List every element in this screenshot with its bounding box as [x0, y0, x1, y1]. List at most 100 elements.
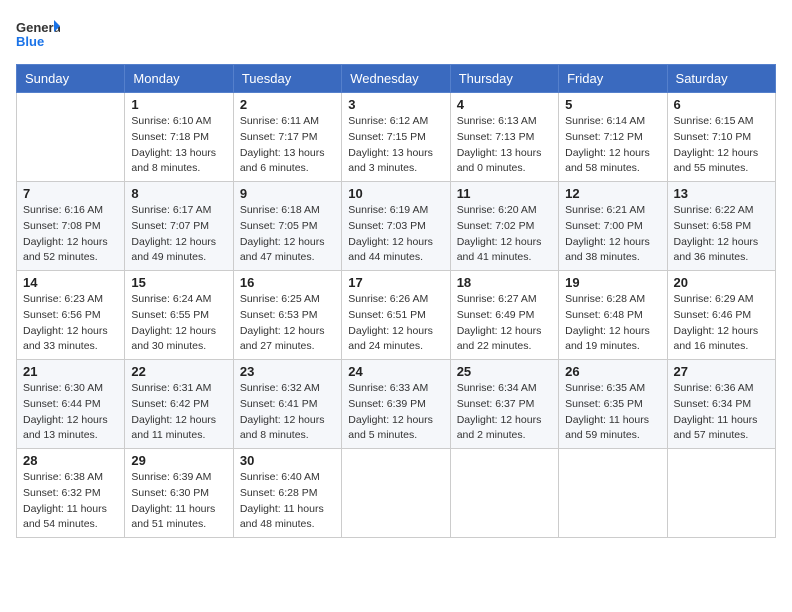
day-number: 9 [240, 186, 335, 201]
day-info: Sunrise: 6:35 AM Sunset: 6:35 PM Dayligh… [565, 381, 660, 444]
day-number: 13 [674, 186, 769, 201]
day-info: Sunrise: 6:38 AM Sunset: 6:32 PM Dayligh… [23, 470, 118, 533]
day-cell: 4 Sunrise: 6:13 AM Sunset: 7:13 PM Daylig… [450, 93, 558, 182]
day-info: Sunrise: 6:33 AM Sunset: 6:39 PM Dayligh… [348, 381, 443, 444]
day-number: 14 [23, 275, 118, 290]
day-info: Sunrise: 6:25 AM Sunset: 6:53 PM Dayligh… [240, 292, 335, 355]
day-cell: 12 Sunrise: 6:21 AM Sunset: 7:00 PM Dayli… [559, 182, 667, 271]
day-cell: 7 Sunrise: 6:16 AM Sunset: 7:08 PM Daylig… [17, 182, 125, 271]
day-number: 19 [565, 275, 660, 290]
day-cell: 9 Sunrise: 6:18 AM Sunset: 7:05 PM Daylig… [233, 182, 341, 271]
day-cell [450, 449, 558, 538]
day-info: Sunrise: 6:16 AM Sunset: 7:08 PM Dayligh… [23, 203, 118, 266]
week-row-3: 14 Sunrise: 6:23 AM Sunset: 6:56 PM Dayli… [17, 271, 776, 360]
day-info: Sunrise: 6:32 AM Sunset: 6:41 PM Dayligh… [240, 381, 335, 444]
day-number: 24 [348, 364, 443, 379]
day-number: 28 [23, 453, 118, 468]
week-row-1: 1Sunrise: 6:10 AM Sunset: 7:18 PM Daylig… [17, 93, 776, 182]
col-header-sunday: Sunday [17, 65, 125, 93]
day-cell: 1Sunrise: 6:10 AM Sunset: 7:18 PM Daylig… [125, 93, 233, 182]
day-cell [559, 449, 667, 538]
day-number: 8 [131, 186, 226, 201]
svg-text:Blue: Blue [16, 34, 44, 49]
day-number: 16 [240, 275, 335, 290]
day-info: Sunrise: 6:26 AM Sunset: 6:51 PM Dayligh… [348, 292, 443, 355]
page-header: GeneralBlue [16, 16, 776, 52]
day-number: 12 [565, 186, 660, 201]
day-info: Sunrise: 6:14 AM Sunset: 7:12 PM Dayligh… [565, 114, 660, 177]
day-info: Sunrise: 6:18 AM Sunset: 7:05 PM Dayligh… [240, 203, 335, 266]
day-info: Sunrise: 6:13 AM Sunset: 7:13 PM Dayligh… [457, 114, 552, 177]
day-cell: 23 Sunrise: 6:32 AM Sunset: 6:41 PM Dayli… [233, 360, 341, 449]
day-info: Sunrise: 6:29 AM Sunset: 6:46 PM Dayligh… [674, 292, 769, 355]
day-info: Sunrise: 6:23 AM Sunset: 6:56 PM Dayligh… [23, 292, 118, 355]
day-cell: 3 Sunrise: 6:12 AM Sunset: 7:15 PM Daylig… [342, 93, 450, 182]
day-cell: 14 Sunrise: 6:23 AM Sunset: 6:56 PM Dayli… [17, 271, 125, 360]
day-cell: 27 Sunrise: 6:36 AM Sunset: 6:34 PM Dayli… [667, 360, 775, 449]
day-cell: 30 Sunrise: 6:40 AM Sunset: 6:28 PM Dayli… [233, 449, 341, 538]
day-number: 17 [348, 275, 443, 290]
day-number: 15 [131, 275, 226, 290]
day-info: Sunrise: 6:36 AM Sunset: 6:34 PM Dayligh… [674, 381, 769, 444]
day-cell: 21 Sunrise: 6:30 AM Sunset: 6:44 PM Dayli… [17, 360, 125, 449]
day-number: 5 [565, 97, 660, 112]
day-number: 18 [457, 275, 552, 290]
day-number: 30 [240, 453, 335, 468]
day-number: 23 [240, 364, 335, 379]
day-number: 21 [23, 364, 118, 379]
col-header-friday: Friday [559, 65, 667, 93]
day-cell: 20Sunrise: 6:29 AM Sunset: 6:46 PM Dayli… [667, 271, 775, 360]
day-number: 2 [240, 97, 335, 112]
col-header-saturday: Saturday [667, 65, 775, 93]
day-number: 3 [348, 97, 443, 112]
day-info: Sunrise: 6:20 AM Sunset: 7:02 PM Dayligh… [457, 203, 552, 266]
day-cell: 6Sunrise: 6:15 AM Sunset: 7:10 PM Daylig… [667, 93, 775, 182]
day-number: 7 [23, 186, 118, 201]
day-number: 4 [457, 97, 552, 112]
day-info: Sunrise: 6:39 AM Sunset: 6:30 PM Dayligh… [131, 470, 226, 533]
day-info: Sunrise: 6:34 AM Sunset: 6:37 PM Dayligh… [457, 381, 552, 444]
day-info: Sunrise: 6:40 AM Sunset: 6:28 PM Dayligh… [240, 470, 335, 533]
day-info: Sunrise: 6:17 AM Sunset: 7:07 PM Dayligh… [131, 203, 226, 266]
col-header-thursday: Thursday [450, 65, 558, 93]
day-cell: 18 Sunrise: 6:27 AM Sunset: 6:49 PM Dayli… [450, 271, 558, 360]
day-cell: 2 Sunrise: 6:11 AM Sunset: 7:17 PM Daylig… [233, 93, 341, 182]
calendar-table: SundayMondayTuesdayWednesdayThursdayFrid… [16, 64, 776, 538]
day-number: 25 [457, 364, 552, 379]
day-number: 27 [674, 364, 769, 379]
day-cell: 26Sunrise: 6:35 AM Sunset: 6:35 PM Dayli… [559, 360, 667, 449]
day-cell: 24 Sunrise: 6:33 AM Sunset: 6:39 PM Dayli… [342, 360, 450, 449]
header-row: SundayMondayTuesdayWednesdayThursdayFrid… [17, 65, 776, 93]
day-number: 11 [457, 186, 552, 201]
day-cell: 13Sunrise: 6:22 AM Sunset: 6:58 PM Dayli… [667, 182, 775, 271]
logo: GeneralBlue [16, 16, 60, 52]
day-cell: 10 Sunrise: 6:19 AM Sunset: 7:03 PM Dayli… [342, 182, 450, 271]
day-cell: 16 Sunrise: 6:25 AM Sunset: 6:53 PM Dayli… [233, 271, 341, 360]
logo-svg: GeneralBlue [16, 16, 60, 52]
day-info: Sunrise: 6:11 AM Sunset: 7:17 PM Dayligh… [240, 114, 335, 177]
day-info: Sunrise: 6:15 AM Sunset: 7:10 PM Dayligh… [674, 114, 769, 177]
day-cell: 29Sunrise: 6:39 AM Sunset: 6:30 PM Dayli… [125, 449, 233, 538]
day-info: Sunrise: 6:31 AM Sunset: 6:42 PM Dayligh… [131, 381, 226, 444]
day-cell: 5 Sunrise: 6:14 AM Sunset: 7:12 PM Daylig… [559, 93, 667, 182]
day-cell: 19Sunrise: 6:28 AM Sunset: 6:48 PM Dayli… [559, 271, 667, 360]
day-info: Sunrise: 6:12 AM Sunset: 7:15 PM Dayligh… [348, 114, 443, 177]
day-info: Sunrise: 6:24 AM Sunset: 6:55 PM Dayligh… [131, 292, 226, 355]
day-info: Sunrise: 6:10 AM Sunset: 7:18 PM Dayligh… [131, 114, 226, 177]
day-cell [667, 449, 775, 538]
day-cell: 17 Sunrise: 6:26 AM Sunset: 6:51 PM Dayli… [342, 271, 450, 360]
day-info: Sunrise: 6:27 AM Sunset: 6:49 PM Dayligh… [457, 292, 552, 355]
day-number: 22 [131, 364, 226, 379]
col-header-tuesday: Tuesday [233, 65, 341, 93]
day-cell [342, 449, 450, 538]
day-info: Sunrise: 6:21 AM Sunset: 7:00 PM Dayligh… [565, 203, 660, 266]
day-cell: 28 Sunrise: 6:38 AM Sunset: 6:32 PM Dayli… [17, 449, 125, 538]
day-info: Sunrise: 6:19 AM Sunset: 7:03 PM Dayligh… [348, 203, 443, 266]
day-number: 10 [348, 186, 443, 201]
day-cell: 22 Sunrise: 6:31 AM Sunset: 6:42 PM Dayli… [125, 360, 233, 449]
week-row-4: 21 Sunrise: 6:30 AM Sunset: 6:44 PM Dayli… [17, 360, 776, 449]
week-row-2: 7 Sunrise: 6:16 AM Sunset: 7:08 PM Daylig… [17, 182, 776, 271]
day-cell: 25 Sunrise: 6:34 AM Sunset: 6:37 PM Dayli… [450, 360, 558, 449]
day-info: Sunrise: 6:30 AM Sunset: 6:44 PM Dayligh… [23, 381, 118, 444]
week-row-5: 28 Sunrise: 6:38 AM Sunset: 6:32 PM Dayli… [17, 449, 776, 538]
